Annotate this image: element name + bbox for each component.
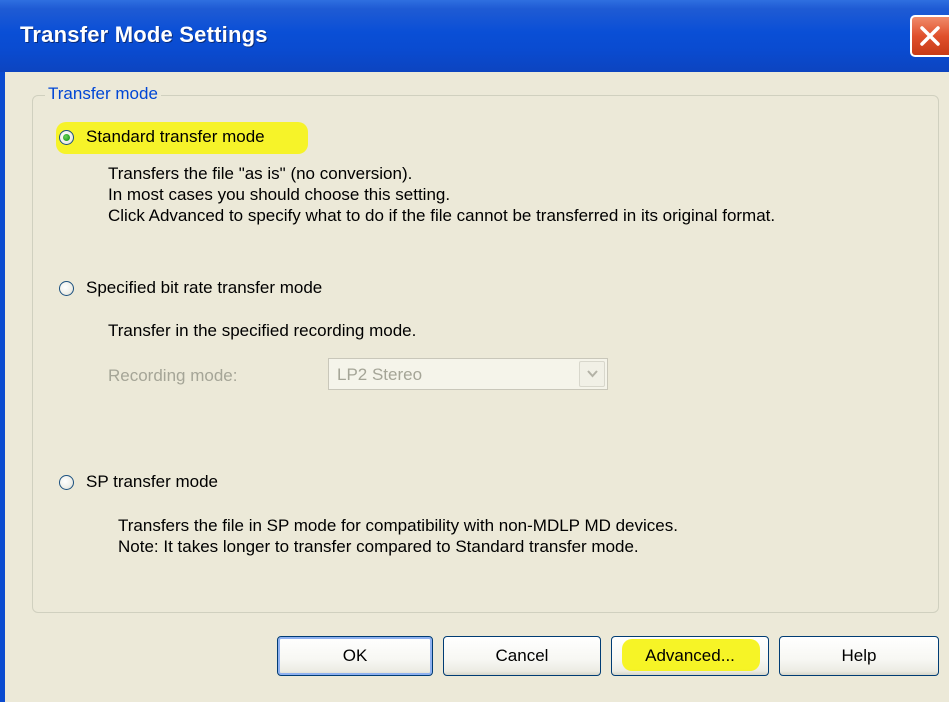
group-legend: Transfer mode — [45, 84, 161, 104]
description-line: Transfer in the specified recording mode… — [108, 321, 417, 340]
bitrate-mode-label[interactable]: Specified bit rate transfer mode — [86, 278, 322, 298]
window-title: Transfer Mode Settings — [20, 22, 268, 47]
close-x-icon — [920, 26, 940, 46]
ok-button-label: OK — [342, 646, 368, 665]
bitrate-mode-radio[interactable] — [59, 281, 74, 296]
standard-mode-radio[interactable] — [59, 130, 74, 145]
close-button[interactable] — [910, 15, 949, 57]
recording-mode-value: LP2 Stereo — [337, 365, 423, 384]
bitrate-mode-description: Transfer in the specified recording mode… — [108, 320, 416, 341]
recording-mode-label: Recording mode: — [108, 366, 238, 385]
radio-selected-dot — [63, 134, 70, 141]
description-line: Transfers the file in SP mode for compat… — [118, 516, 678, 535]
description-line: In most cases you should choose this set… — [108, 185, 451, 204]
advanced-button[interactable]: Advanced... — [611, 636, 769, 676]
standard-mode-label[interactable]: Standard transfer mode — [86, 127, 265, 147]
transfer-mode-dialog: Transfer Mode Settings Transfer mode Sta… — [0, 0, 949, 702]
ok-button[interactable]: OK — [277, 636, 433, 676]
cancel-button[interactable]: Cancel — [443, 636, 601, 676]
recording-mode-select[interactable]: LP2 Stereo — [328, 358, 608, 390]
sp-mode-radio[interactable] — [59, 475, 74, 490]
window-frame-left — [0, 72, 5, 702]
dropdown-button[interactable] — [579, 361, 605, 387]
title-bar[interactable]: Transfer Mode Settings — [0, 0, 949, 72]
sp-mode-description: Transfers the file in SP mode for compat… — [118, 515, 678, 557]
sp-mode-label[interactable]: SP transfer mode — [86, 472, 218, 492]
description-line: Transfers the file "as is" (no conversio… — [108, 164, 413, 183]
cancel-button-label: Cancel — [495, 646, 549, 665]
description-line: Click Advanced to specify what to do if … — [108, 206, 776, 225]
help-button-label: Help — [841, 646, 877, 665]
help-button[interactable]: Help — [779, 636, 939, 676]
description-line: Note: It takes longer to transfer compar… — [118, 537, 639, 556]
chevron-down-icon — [587, 370, 598, 378]
standard-mode-description: Transfers the file "as is" (no conversio… — [108, 163, 775, 226]
advanced-button-label: Advanced... — [645, 646, 735, 665]
